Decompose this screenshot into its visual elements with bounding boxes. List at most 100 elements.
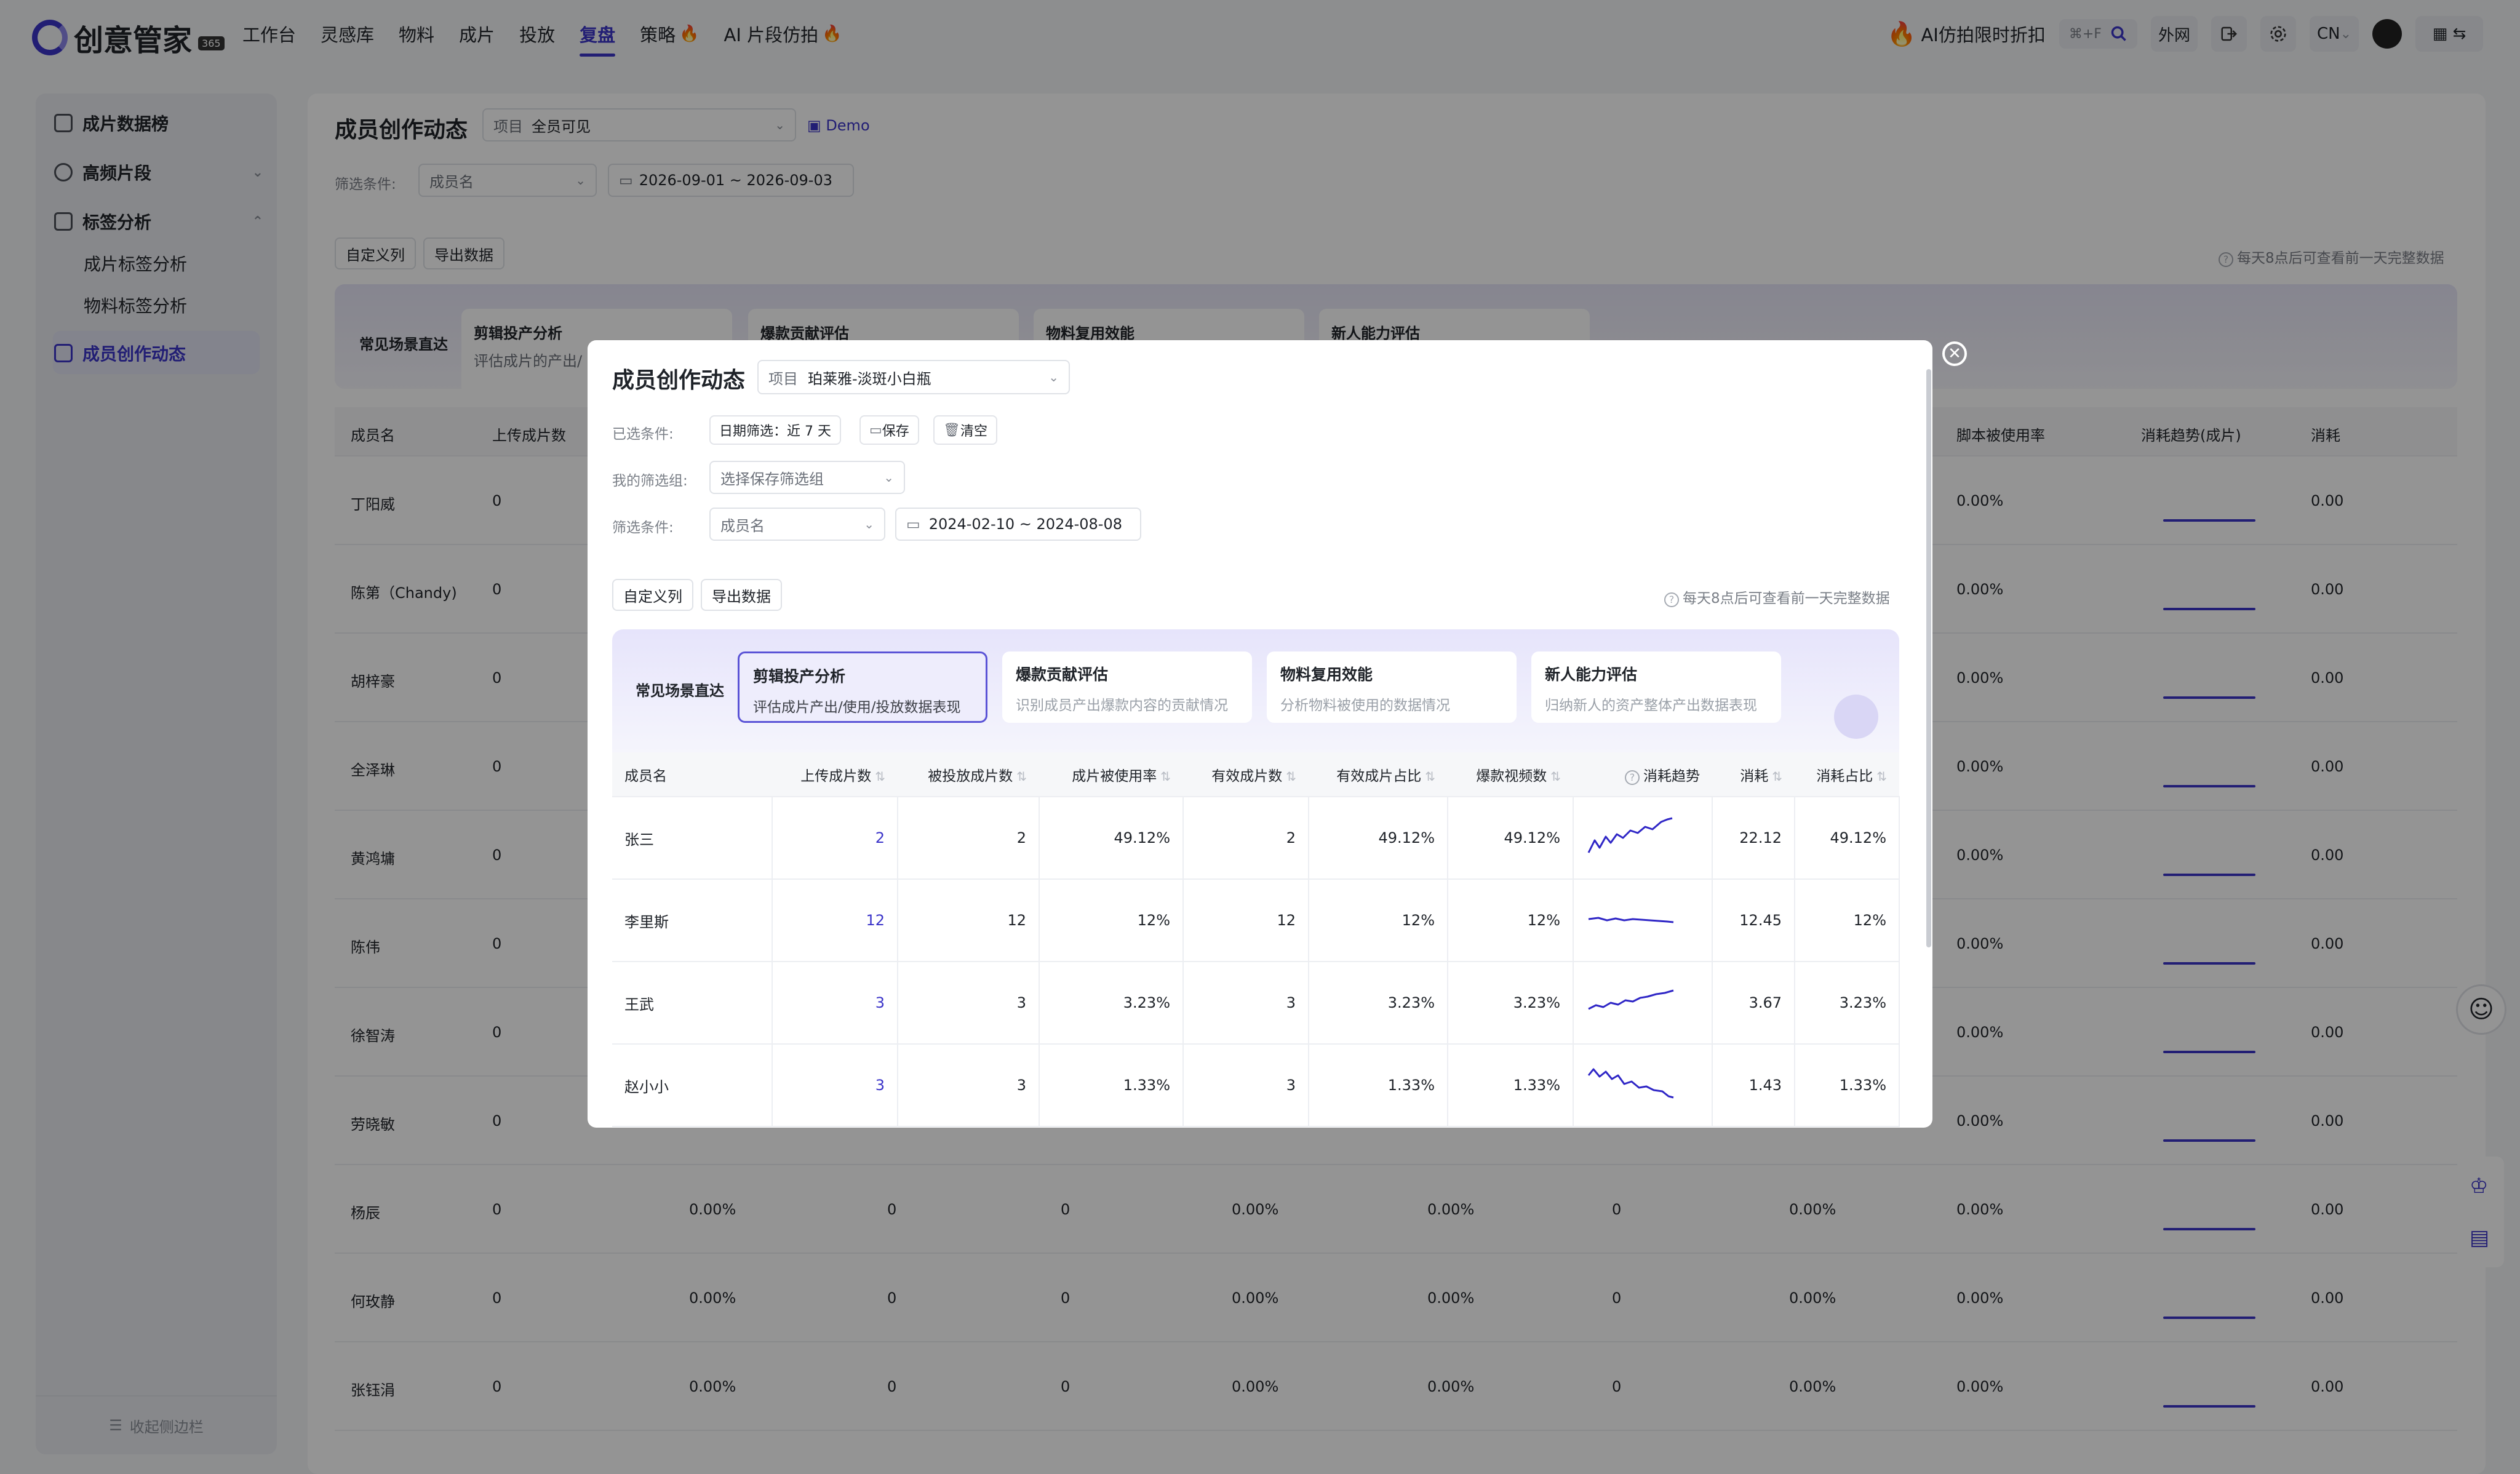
cell-name: 王武 xyxy=(612,962,773,1045)
cell-upload[interactable]: 3 xyxy=(772,962,898,1045)
cell-hits: 12% xyxy=(1448,879,1574,962)
column-header: 消耗占比 xyxy=(1816,768,1873,784)
clear-label: 清空 xyxy=(960,424,987,439)
table-row[interactable]: 李里斯 12 12 12% 12 12% 12% 12.45 12% xyxy=(612,879,1900,962)
trash-icon: 🗑 xyxy=(943,422,960,438)
custom-columns-button[interactable]: 自定义列 xyxy=(612,579,693,611)
cell-placed: 3 xyxy=(898,1044,1040,1127)
cell-trend xyxy=(1573,962,1713,1045)
sort-icon[interactable]: ⇅ xyxy=(1550,769,1561,784)
cell-upload[interactable]: 3 xyxy=(772,1044,898,1127)
trend-sparkline xyxy=(1587,1068,1674,1099)
cell-cost: 22.12 xyxy=(1712,797,1795,880)
column-header: 上传成片数 xyxy=(800,768,872,784)
table-body: 张三 2 2 49.12% 2 49.12% 49.12% 22.12 49.12% 李里斯 12 1… xyxy=(612,797,1900,1127)
project-label: 项目 xyxy=(768,370,798,388)
cell-cost-ratio: 3.23% xyxy=(1795,962,1900,1045)
cell-cost: 1.43 xyxy=(1712,1044,1795,1127)
cell-valid-ratio: 1.33% xyxy=(1309,1044,1448,1127)
export-button[interactable]: 导出数据 xyxy=(701,579,782,611)
sort-icon[interactable]: ⇅ xyxy=(1772,769,1782,784)
selected-label: 已选条件: xyxy=(612,426,674,442)
col-use-rate[interactable]: 成片被使用率 ⇅ xyxy=(1039,752,1183,797)
modal-project-select[interactable]: 项目 珀莱雅-淡斑小白瓶 ⌄ xyxy=(757,360,1070,394)
member-select[interactable]: 成员名 ⌄ xyxy=(709,508,885,541)
cell-hits: 3.23% xyxy=(1448,962,1574,1045)
column-header: 被投放成片数 xyxy=(928,768,1013,784)
table-row[interactable]: 张三 2 2 49.12% 2 49.12% 49.12% 22.12 49.12% xyxy=(612,797,1900,880)
chevron-down-icon: ⌄ xyxy=(864,517,874,532)
member-activity-modal: 成员创作动态 项目 珀莱雅-淡斑小白瓶 ⌄ 已选条件: 日期筛选：近 7 天 ▭ 保… xyxy=(588,340,1932,1128)
cell-cost: 3.67 xyxy=(1712,962,1795,1045)
help-icon: ? xyxy=(1664,592,1679,607)
date-range-picker[interactable]: ▭ 2024-02-10 ~ 2024-08-08 xyxy=(895,508,1141,541)
cell-upload[interactable]: 2 xyxy=(772,797,898,880)
col-valid-ratio[interactable]: 有效成片占比 ⇅ xyxy=(1309,752,1448,797)
cell-valid-ratio: 12% xyxy=(1309,879,1448,962)
scene-card-editing[interactable]: 剪辑投产分析 评估成片产出/使用/投放数据表现 xyxy=(738,651,987,723)
cell-hits: 1.33% xyxy=(1448,1044,1574,1127)
scene-card-hit[interactable]: 爆款贡献评估识别成员产出爆款内容的贡献情况 xyxy=(1002,651,1252,723)
clear-filter-button[interactable]: 🗑 清空 xyxy=(933,415,997,445)
scene-shortcuts: 常见场景直达 剪辑投产分析 评估成片产出/使用/投放数据表现 爆款贡献评估识别成员… xyxy=(612,629,1899,752)
col-cost-ratio[interactable]: 消耗占比 ⇅ xyxy=(1795,752,1899,797)
modal-scrollbar[interactable] xyxy=(1926,369,1931,947)
cell-cost-ratio: 49.12% xyxy=(1795,797,1900,880)
table-header-row: 成员名 上传成片数 ⇅ 被投放成片数 ⇅ 成片被使用率 ⇅ 有效成片数 ⇅ 有效成片占比… xyxy=(612,752,1899,797)
data-note-text: 每天8点后可查看前一天完整数据 xyxy=(1683,591,1890,607)
date-filter-chip[interactable]: 日期筛选：近 7 天 xyxy=(709,415,841,445)
cell-name: 张三 xyxy=(612,797,773,880)
cell-valid: 3 xyxy=(1183,962,1309,1045)
date-range-value: 2024-02-10 ~ 2024-08-08 xyxy=(928,516,1123,533)
save-filter-button[interactable]: ▭ 保存 xyxy=(859,415,919,445)
cell-trend xyxy=(1573,1044,1713,1127)
cell-trend xyxy=(1573,879,1713,962)
project-value: 珀莱雅-淡斑小白瓶 xyxy=(808,370,931,388)
sort-icon[interactable]: ⇅ xyxy=(1876,769,1887,784)
col-member: 成员名 xyxy=(612,752,772,797)
trend-sparkline xyxy=(1587,817,1673,853)
cell-name: 赵小小 xyxy=(612,1044,773,1127)
member-table: 成员名 上传成片数 ⇅ 被投放成片数 ⇅ 成片被使用率 ⇅ 有效成片数 ⇅ 有效成片占比… xyxy=(612,752,1900,1127)
scene-card-title: 爆款贡献评估 xyxy=(1016,666,1109,683)
scene-card-title: 剪辑投产分析 xyxy=(753,667,846,685)
col-cost[interactable]: 消耗 ⇅ xyxy=(1712,752,1795,797)
help-icon: ? xyxy=(1625,770,1640,785)
cell-use-rate: 1.33% xyxy=(1039,1044,1184,1127)
column-header: 有效成片占比 xyxy=(1336,768,1422,784)
col-upload[interactable]: 上传成片数 ⇅ xyxy=(772,752,898,797)
col-placed[interactable]: 被投放成片数 ⇅ xyxy=(898,752,1039,797)
chevron-down-icon: ⌄ xyxy=(1048,370,1059,384)
my-group-label: 我的筛选组: xyxy=(612,473,688,489)
cell-valid: 12 xyxy=(1183,879,1309,962)
save-icon: ▭ xyxy=(869,422,882,438)
table-row[interactable]: 王武 3 3 3.23% 3 3.23% 3.23% 3.67 3.23% xyxy=(612,962,1900,1045)
col-valid[interactable]: 有效成片数 ⇅ xyxy=(1183,752,1309,797)
cell-upload[interactable]: 12 xyxy=(772,879,898,962)
sort-icon[interactable]: ⇅ xyxy=(1425,769,1435,784)
cell-hits: 49.12% xyxy=(1448,797,1574,880)
saved-group-select[interactable]: 选择保存筛选组 ⌄ xyxy=(709,461,905,494)
modal-title: 成员创作动态 xyxy=(612,368,746,393)
col-hits[interactable]: 爆款视频数 ⇅ xyxy=(1448,752,1573,797)
cell-use-rate: 49.12% xyxy=(1039,797,1184,880)
scene-card-material[interactable]: 物料复用效能 分析物料被使用的数据情况 xyxy=(1267,651,1517,723)
close-icon[interactable]: ✕ xyxy=(1942,341,1967,366)
scene-card-desc: 识别成员产出爆款内容的贡献情况 xyxy=(1016,698,1228,714)
sort-icon[interactable]: ⇅ xyxy=(1286,769,1296,784)
calendar-icon: ▭ xyxy=(906,516,920,533)
cell-cost-ratio: 1.33% xyxy=(1795,1044,1900,1127)
cell-valid-ratio: 3.23% xyxy=(1309,962,1448,1045)
scene-card-newbie[interactable]: 新人能力评估 归纳新人的资产整体产出数据表现 xyxy=(1531,651,1781,723)
cell-cost-ratio: 12% xyxy=(1795,879,1900,962)
scene-title: 常见场景直达 xyxy=(636,682,724,699)
sort-icon[interactable]: ⇅ xyxy=(875,769,885,784)
sort-icon[interactable]: ⇅ xyxy=(1160,769,1171,784)
column-header: 成片被使用率 xyxy=(1072,768,1157,784)
table-row[interactable]: 赵小小 3 3 1.33% 3 1.33% 1.33% 1.43 1.33% xyxy=(612,1044,1900,1127)
cell-placed: 3 xyxy=(898,962,1040,1045)
scene-card-desc: 分析物料被使用的数据情况 xyxy=(1280,698,1450,714)
sort-icon[interactable]: ⇅ xyxy=(1016,769,1027,784)
column-header: 成员名 xyxy=(624,768,667,784)
cell-name: 李里斯 xyxy=(612,879,773,962)
